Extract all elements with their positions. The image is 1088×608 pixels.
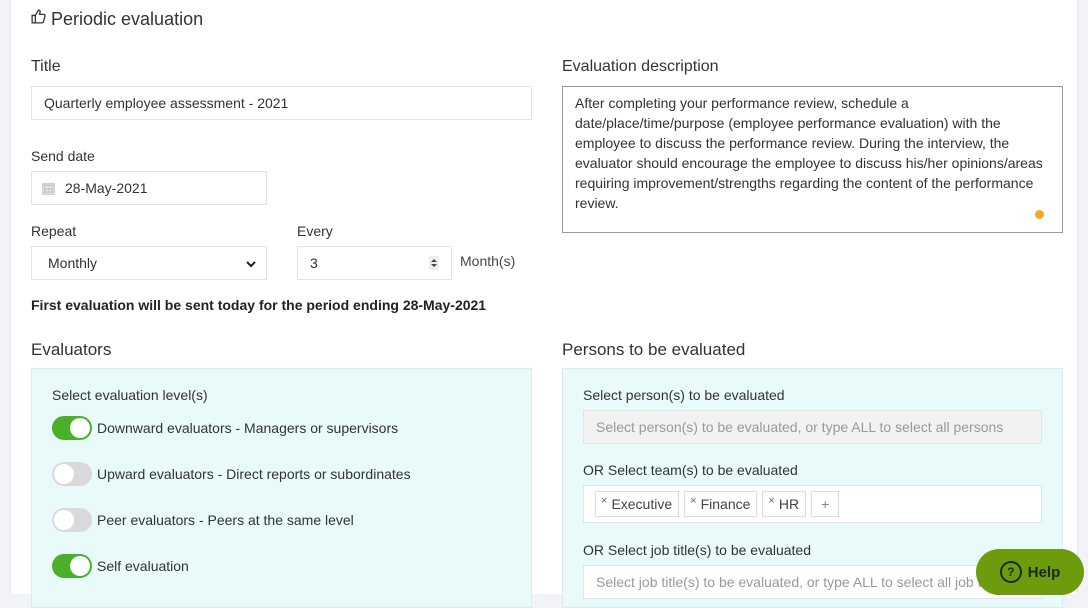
team-tag-finance: × Finance — [684, 491, 757, 517]
every-label: Every — [297, 223, 333, 239]
persons-placeholder: Select person(s) to be evaluated, or typ… — [596, 419, 1003, 435]
page-heading: Periodic evaluation — [30, 8, 203, 30]
team-tag-hr: × HR — [762, 491, 806, 517]
jobs-placeholder: Select job title(s) to be evaluated, or … — [596, 574, 1006, 590]
every-unit: Month(s) — [460, 253, 515, 269]
persons-label: Select person(s) to be evaluated — [583, 387, 785, 403]
send-date-label: Send date — [31, 148, 95, 164]
repeat-select[interactable]: Monthly — [31, 246, 267, 280]
level-row-self: Self evaluation — [52, 554, 189, 578]
every-value: 3 — [310, 255, 318, 271]
persons-title: Persons to be evaluated — [562, 340, 745, 360]
first-evaluation-notice: First evaluation will be sent today for … — [31, 297, 486, 313]
page-title: Periodic evaluation — [51, 9, 203, 30]
level-row-downward: Downward evaluators - Managers or superv… — [52, 416, 398, 440]
title-input-value: Quarterly employee assessment - 2021 — [44, 95, 288, 111]
chevron-down-icon — [246, 255, 256, 271]
team-tag-label: HR — [779, 496, 799, 512]
level-row-upward: Upward evaluators - Direct reports or su… — [52, 462, 411, 486]
evaluators-title: Evaluators — [31, 340, 111, 360]
teams-tag-input[interactable]: × Executive × Finance × HR + — [583, 485, 1042, 523]
repeat-label: Repeat — [31, 223, 76, 239]
spinner-icon[interactable] — [429, 256, 439, 270]
jobs-label: OR Select job title(s) to be evaluated — [583, 542, 811, 558]
team-tag-label: Finance — [701, 496, 751, 512]
level-row-peer: Peer evaluators - Peers at the same leve… — [52, 508, 354, 532]
level-label-self: Self evaluation — [97, 558, 189, 574]
repeat-select-value: Monthly — [48, 255, 97, 271]
teams-label: OR Select team(s) to be evaluated — [583, 462, 798, 478]
toggle-self-evaluation[interactable] — [52, 554, 92, 578]
question-circle-icon: ? — [1000, 561, 1022, 583]
remove-tag-icon[interactable]: × — [601, 495, 607, 507]
send-date-input[interactable]: 28-May-2021 — [31, 171, 267, 205]
toggle-upward-evaluators[interactable] — [52, 462, 92, 486]
evaluation-level-label: Select evaluation level(s) — [52, 387, 208, 403]
remove-tag-icon[interactable]: × — [768, 495, 774, 507]
title-label: Title — [31, 58, 61, 76]
description-textarea[interactable]: After completing your performance review… — [562, 86, 1063, 233]
description-text: After completing your performance review… — [575, 93, 1050, 213]
every-number-input[interactable]: 3 — [297, 246, 452, 280]
add-team-button[interactable]: + — [811, 491, 839, 517]
persons-input[interactable]: Select person(s) to be evaluated, or typ… — [583, 410, 1042, 444]
level-label-peer: Peer evaluators - Peers at the same leve… — [97, 512, 354, 528]
calendar-icon — [42, 182, 55, 195]
help-button[interactable]: ? Help — [976, 549, 1084, 595]
toggle-downward-evaluators[interactable] — [52, 416, 92, 440]
thumbs-up-icon — [30, 8, 47, 30]
toggle-peer-evaluators[interactable] — [52, 508, 92, 532]
level-label-downward: Downward evaluators - Managers or superv… — [97, 420, 398, 436]
status-dot — [1035, 210, 1044, 219]
remove-tag-icon[interactable]: × — [690, 495, 696, 507]
team-tag-executive: × Executive — [595, 491, 679, 517]
title-input[interactable]: Quarterly employee assessment - 2021 — [31, 86, 532, 120]
send-date-value: 28-May-2021 — [65, 180, 148, 196]
level-label-upward: Upward evaluators - Direct reports or su… — [97, 466, 411, 482]
help-label: Help — [1028, 564, 1061, 581]
team-tag-label: Executive — [611, 496, 672, 512]
description-label: Evaluation description — [562, 58, 719, 76]
